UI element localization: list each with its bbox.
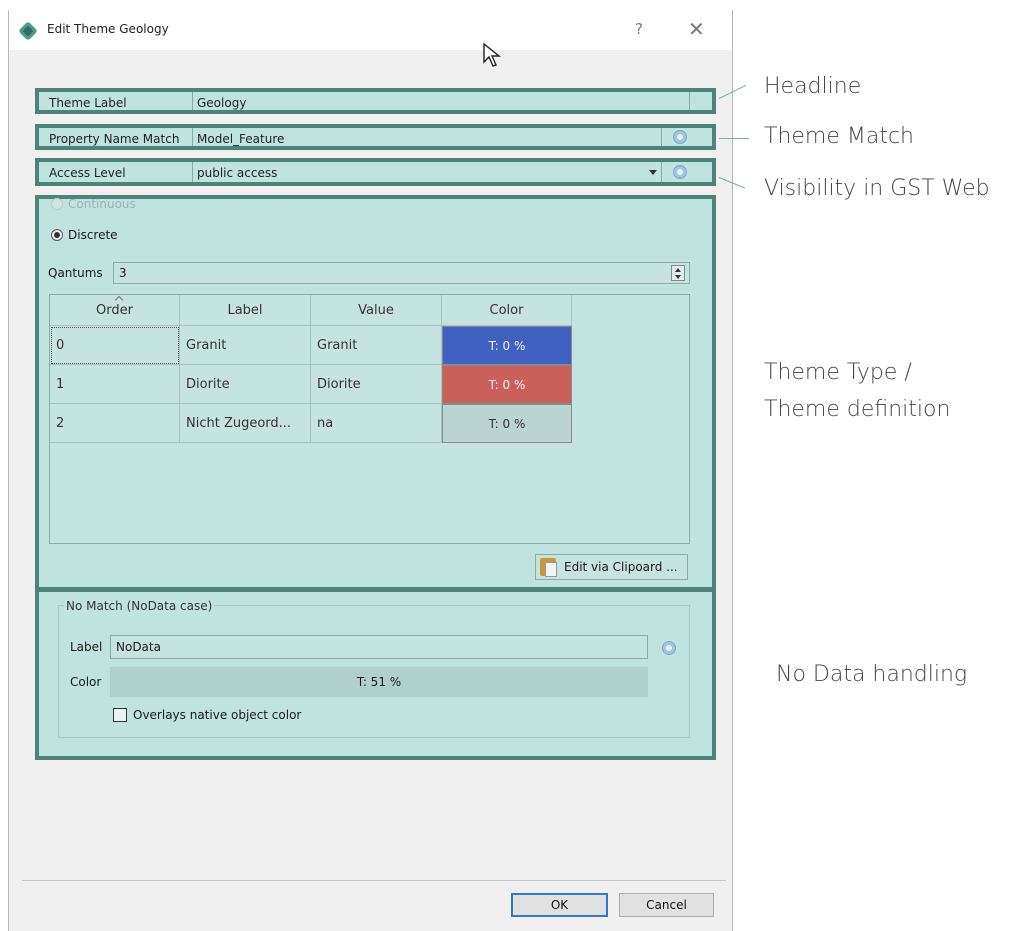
table-cell-order[interactable]: 0 xyxy=(50,326,180,365)
access-level-row: Access Level public access xyxy=(35,158,716,186)
annotation-theme-match: Theme Match xyxy=(764,124,915,149)
quantums-stepper[interactable]: 3 xyxy=(113,262,690,284)
row-divider xyxy=(689,92,690,110)
no-match-groupbox-title: No Match (NoData case) xyxy=(64,599,215,613)
help-info-icon[interactable] xyxy=(673,130,687,144)
annotation-theme-definition: Theme definition xyxy=(764,397,951,422)
nodata-label-value: NoData xyxy=(116,640,161,654)
color-swatch-button[interactable]: T: 0 % xyxy=(442,404,572,443)
row-divider xyxy=(192,162,193,182)
annotation-line xyxy=(719,138,749,139)
annotation-theme-type: Theme Type / xyxy=(764,360,912,385)
row-divider xyxy=(192,92,193,110)
clipboard-icon xyxy=(540,558,557,577)
theme-label-input[interactable]: Geology xyxy=(197,95,246,111)
annotation-headline: Headline xyxy=(764,74,862,99)
table-cell-value[interactable]: na xyxy=(311,404,442,443)
access-level-select[interactable]: public access xyxy=(197,165,277,181)
row-divider xyxy=(661,128,662,146)
continuous-radio[interactable] xyxy=(51,198,63,210)
property-match-row: Property Name Match Model_Feature xyxy=(35,124,716,150)
nodata-label-input[interactable]: NoData xyxy=(110,635,648,659)
annotation-no-data: No Data handling xyxy=(776,662,968,687)
overlay-checkbox[interactable] xyxy=(113,708,127,722)
discrete-label: Discrete xyxy=(68,228,118,242)
app-icon xyxy=(18,21,38,41)
table-cell-order[interactable]: 2 xyxy=(50,404,180,443)
title-bar: Edit Theme Geology ? ✕ xyxy=(9,10,732,50)
table-cell-order[interactable]: 1 xyxy=(50,365,180,404)
edit-via-clipboard-button[interactable]: Edit via Clipoard ... xyxy=(535,554,688,580)
row-divider xyxy=(192,128,193,146)
color-swatch-button[interactable]: T: 0 % xyxy=(442,326,572,365)
quantums-value: 3 xyxy=(119,266,127,280)
color-swatch-button[interactable]: T: 0 % xyxy=(442,365,572,404)
quantum-table: Order Label Value Color 0 Granit Granit … xyxy=(49,294,690,544)
theme-label-row: Theme Label Geology xyxy=(35,88,716,114)
column-header-value[interactable]: Value xyxy=(311,295,442,326)
property-match-caption: Property Name Match xyxy=(49,132,180,146)
theme-label-caption: Theme Label xyxy=(49,96,127,110)
table-cell-value[interactable]: Granit xyxy=(311,326,442,365)
help-button[interactable]: ? xyxy=(635,20,643,38)
help-info-icon[interactable] xyxy=(673,165,687,179)
access-level-caption: Access Level xyxy=(49,166,126,180)
overlay-checkbox-label: Overlays native object color xyxy=(133,708,302,722)
nodata-color-button[interactable]: T: 51 % xyxy=(110,667,648,697)
chevron-down-icon[interactable] xyxy=(649,170,657,175)
ok-button[interactable]: OK xyxy=(511,893,608,917)
footer-divider xyxy=(22,880,726,881)
column-header-color[interactable]: Color xyxy=(442,295,572,326)
edit-via-clipboard-label: Edit via Clipoard ... xyxy=(564,560,678,574)
window-title: Edit Theme Geology xyxy=(47,22,169,36)
table-cell-label[interactable]: Diorite xyxy=(180,365,311,404)
nodata-color-caption: Color xyxy=(70,675,102,689)
property-match-input[interactable]: Model_Feature xyxy=(197,131,284,147)
table-cell-value[interactable]: Diorite xyxy=(311,365,442,404)
discrete-radio[interactable] xyxy=(51,229,63,241)
mouse-cursor-icon xyxy=(483,42,501,67)
continuous-label: Continuous xyxy=(68,197,136,211)
annotation-visibility: Visibility in GST Web xyxy=(764,176,990,201)
nodata-label-caption: Label xyxy=(70,640,103,654)
table-cell-label[interactable]: Granit xyxy=(180,326,311,365)
cancel-button[interactable]: Cancel xyxy=(619,893,714,917)
spinner-icon[interactable] xyxy=(671,265,685,281)
quantums-label: Qantums xyxy=(48,266,103,280)
help-info-icon[interactable] xyxy=(662,641,676,655)
table-cell-label[interactable]: Nicht Zugeord... xyxy=(180,404,311,443)
column-header-label[interactable]: Label xyxy=(180,295,311,326)
close-button[interactable]: ✕ xyxy=(688,17,705,41)
row-divider xyxy=(661,162,662,182)
